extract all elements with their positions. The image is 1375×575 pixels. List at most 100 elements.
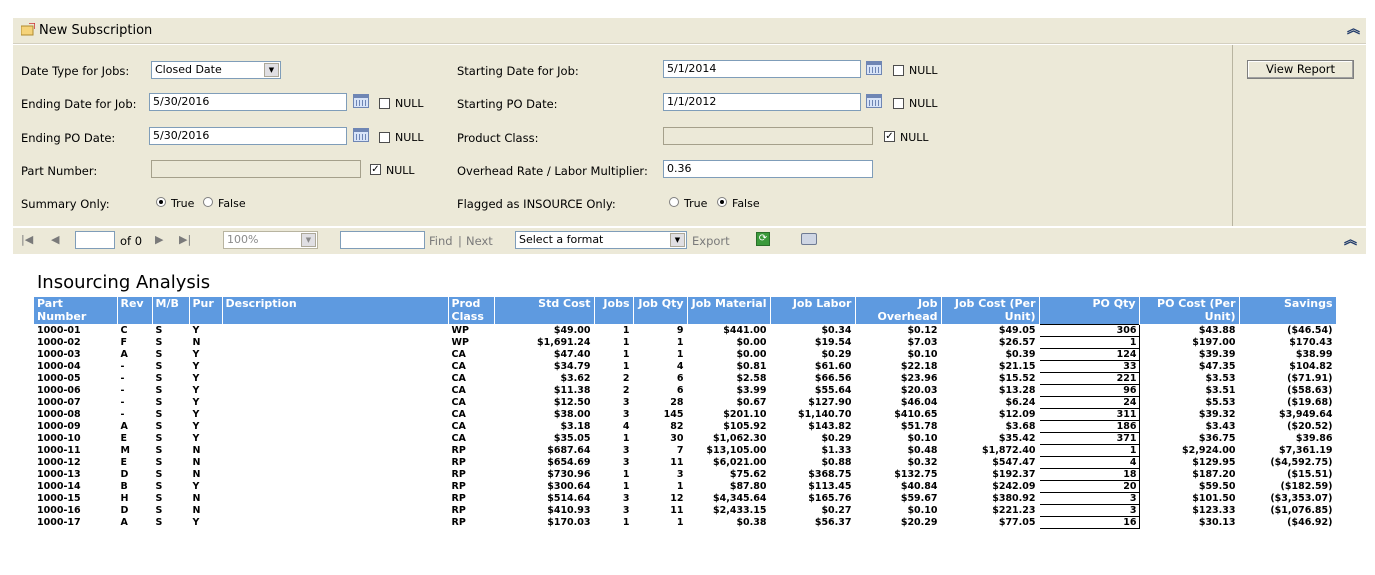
table-cell: 1 [594,468,634,480]
export-link[interactable]: Export [692,234,730,248]
table-cell: $55.64 [770,384,856,396]
table-cell: $1,140.70 [770,408,856,420]
insource-true-radio[interactable] [669,197,679,207]
insource-false-radio[interactable] [717,197,727,207]
collapse-params-icon[interactable]: ︽ [1347,23,1360,36]
table-cell: 12 [633,492,688,504]
false-label: False [218,197,246,210]
starting-date-job-label: Starting Date for Job: [457,64,579,78]
table-cell [222,516,449,528]
table-cell: S [152,336,190,348]
page-number-input[interactable] [75,231,115,249]
table-cell: $0.10 [855,504,942,516]
refresh-icon[interactable]: ⟳ [756,232,770,246]
table-cell: CA [448,360,495,372]
column-header: Job Cost (Per Unit) [941,297,1040,324]
table-cell: N [189,456,223,468]
table-row: 1000-16 D S N RP $410.93 3 11 $2,433.15 $0.27 $0.1… [34,503,1337,517]
next-page-icon[interactable]: ▶ [155,233,163,246]
calendar-icon[interactable] [866,61,882,75]
table-cell: 1000-15 [34,492,118,504]
product-class-null-checkbox[interactable]: ✓ [884,131,895,142]
starting-date-job-null-checkbox[interactable] [893,65,904,76]
part-number-input[interactable] [151,160,361,178]
null-label: NULL [395,131,424,144]
table-cell [222,420,449,432]
ending-po-null-checkbox[interactable] [379,132,390,143]
table-cell: H [117,492,153,504]
report-title: Insourcing Analysis [37,272,211,293]
table-cell: CA [448,432,495,444]
calendar-icon[interactable] [353,94,369,108]
column-header: Job Qty [633,297,688,324]
table-row: 1000-10 E S Y CA $35.05 1 30 $1,062.30 $0.29 $0.10… [34,431,1337,445]
first-page-icon[interactable]: |◀ [21,233,33,246]
true-label: True [171,197,195,210]
column-header: Savings [1239,297,1337,324]
null-label: NULL [909,64,938,77]
starting-po-null-checkbox[interactable] [893,98,904,109]
starting-date-job-input[interactable]: 5/1/2014 [663,60,861,78]
table-body: 1000-01 C S Y WP $49.00 1 9 $441.00 $0.34 $0.12 $49… [34,323,1337,529]
null-label: NULL [900,131,929,144]
find-link[interactable]: Find [429,234,453,248]
table-cell: $7.03 [855,336,942,348]
null-label: NULL [909,97,938,110]
table-cell: $20.29 [855,516,942,528]
table-cell: $77.05 [941,516,1040,528]
table-cell: Y [189,372,223,384]
table-cell: $46.04 [855,396,942,408]
dropdown-arrow-icon[interactable]: ▼ [670,233,685,247]
collapse-toolbar-icon[interactable]: ︽ [1344,234,1357,247]
table-cell [222,348,449,360]
table-cell: 1 [633,480,688,492]
table-cell: $0.12 [855,324,942,336]
overhead-input[interactable]: 0.36 [663,160,873,178]
previous-page-icon[interactable]: ◀ [51,233,59,246]
summary-true-radio[interactable] [156,197,166,207]
column-header: M/B [152,297,190,324]
date-type-select[interactable]: Closed Date ▼ [151,61,281,79]
summary-false-radio[interactable] [203,197,213,207]
table-cell [222,336,449,348]
calendar-icon[interactable] [353,128,369,142]
table-cell [222,372,449,384]
zoom-select[interactable]: 100% ▼ [223,231,318,249]
table-cell [222,384,449,396]
column-header: PO Cost (Per Unit) [1139,297,1240,324]
view-report-button[interactable]: View Report [1247,60,1354,79]
table-cell: $39.32 [1139,408,1240,420]
starting-po-input[interactable]: 1/1/2012 [663,93,861,111]
find-input[interactable] [340,231,425,249]
table-cell: $13.28 [941,384,1040,396]
dropdown-arrow-icon[interactable]: ▼ [301,233,316,247]
table-cell: 1000-16 [34,504,118,516]
table-cell: 1000-14 [34,480,118,492]
table-row: 1000-02 F S N WP $1,691.24 1 1 $0.00 $19.54 $7.03 $… [34,335,1337,349]
table-row: 1000-08- S Y CA $38.00 3 145 $201.10 $1,140.70 $4… [34,407,1337,421]
table-cell: 1000-01 [34,324,118,336]
table-cell: $410.65 [855,408,942,420]
part-number-null-checkbox[interactable]: ✓ [370,164,381,175]
table-cell: $49.05 [941,324,1040,336]
ending-date-job-null-checkbox[interactable] [379,98,390,109]
table-cell: $12.50 [494,396,595,408]
print-icon[interactable] [801,233,817,245]
column-header: Pur [189,297,223,324]
table-cell: $132.75 [855,468,942,480]
ending-po-input[interactable]: 5/30/2016 [149,127,347,145]
table-cell: $38.00 [494,408,595,420]
next-link[interactable]: Next [466,234,493,248]
calendar-icon[interactable] [866,94,882,108]
last-page-icon[interactable]: ▶| [179,233,191,246]
product-class-input[interactable] [663,127,873,145]
table-cell: $127.90 [770,396,856,408]
dropdown-arrow-icon[interactable]: ▼ [264,63,279,77]
format-value: Select a format [519,233,604,246]
table-cell: $87.80 [687,480,771,492]
export-format-select[interactable]: Select a format ▼ [515,231,687,249]
table-cell: RP [448,492,495,504]
table-cell: $66.56 [770,372,856,384]
table-cell: 30 [633,432,688,444]
ending-date-job-input[interactable]: 5/30/2016 [149,93,347,111]
